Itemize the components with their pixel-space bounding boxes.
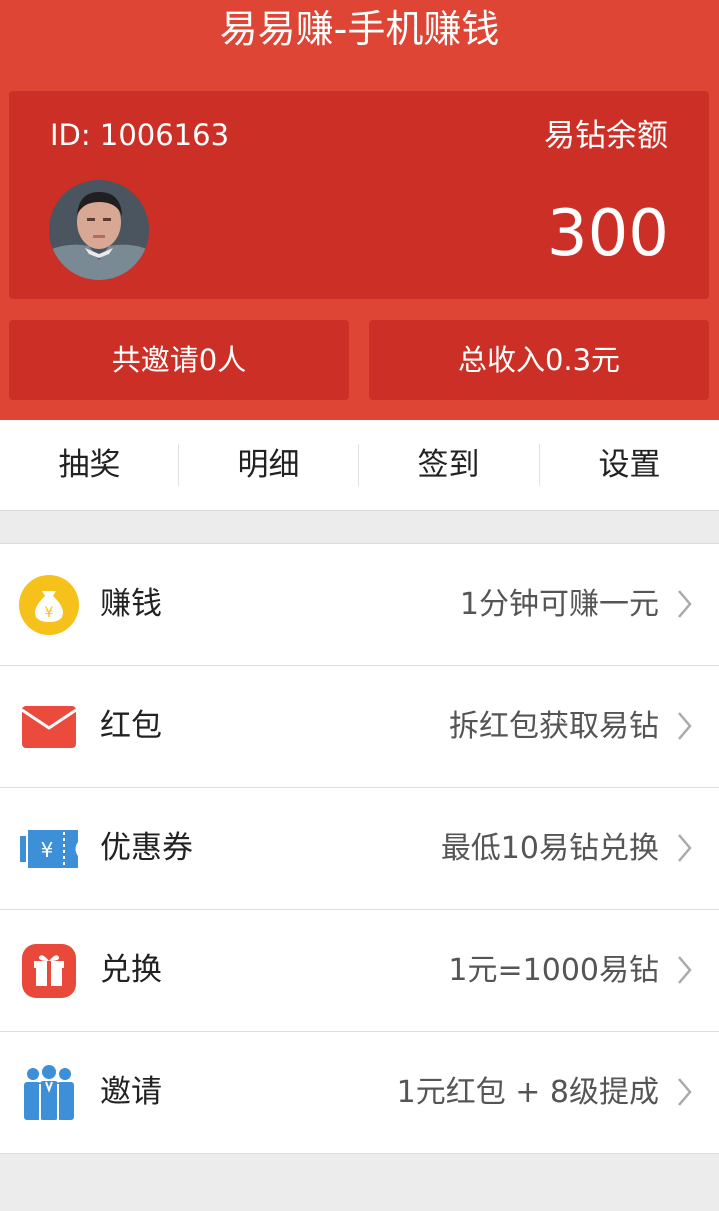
gift-icon bbox=[18, 940, 80, 1002]
menu-item-red-packet[interactable]: 红包 拆红包获取易钻 bbox=[0, 666, 719, 788]
balance-label: 易钻余额 bbox=[544, 118, 668, 154]
menu-item-coupon[interactable]: ¥ 优惠券 最低10易钻兑换 bbox=[0, 788, 719, 910]
envelope-icon bbox=[18, 696, 80, 758]
chevron-right-icon bbox=[671, 544, 697, 665]
coupon-icon: ¥ bbox=[18, 818, 80, 880]
nav-lottery[interactable]: 抽奖 bbox=[0, 420, 179, 510]
header: 易易赚-手机赚钱 ID: 1006163 易钻余额 300 共邀请0人 总收入0… bbox=[0, 0, 719, 420]
menu-desc: 最低10易钻兑换 bbox=[440, 831, 659, 866]
menu-item-invite[interactable]: 邀请 1元红包 + 8级提成 bbox=[0, 1032, 719, 1153]
invited-count-button[interactable]: 共邀请0人 bbox=[9, 320, 349, 400]
svg-text:¥: ¥ bbox=[41, 838, 54, 862]
menu-desc: 拆红包获取易钻 bbox=[449, 709, 659, 744]
money-bag-icon: ¥ bbox=[18, 574, 80, 636]
balance-value: 300 bbox=[546, 197, 669, 271]
chevron-right-icon bbox=[671, 788, 697, 909]
menu-list: ¥ 赚钱 1分钟可赚一元 红包 拆红包获取易钻 ¥ 优惠券 最低10易钻兑换 兑… bbox=[0, 543, 719, 1154]
menu-desc: 1分钟可赚一元 bbox=[459, 587, 659, 622]
menu-label: 邀请 bbox=[100, 1074, 162, 1110]
svg-text:¥: ¥ bbox=[45, 605, 54, 621]
quick-nav: 抽奖 明细 签到 设置 bbox=[0, 420, 719, 511]
menu-desc: 1元=1000易钻 bbox=[448, 953, 659, 988]
menu-label: 优惠券 bbox=[100, 830, 193, 866]
menu-label: 赚钱 bbox=[100, 586, 162, 622]
menu-label: 兑换 bbox=[100, 952, 162, 988]
menu-item-exchange[interactable]: 兑换 1元=1000易钻 bbox=[0, 910, 719, 1032]
menu-desc: 1元红包 + 8级提成 bbox=[396, 1075, 659, 1110]
total-income-button[interactable]: 总收入0.3元 bbox=[369, 320, 709, 400]
menu-label: 红包 bbox=[100, 708, 162, 744]
nav-settings[interactable]: 设置 bbox=[540, 420, 719, 510]
people-icon bbox=[18, 1062, 80, 1124]
account-card: ID: 1006163 易钻余额 300 bbox=[9, 91, 709, 299]
app-title: 易易赚-手机赚钱 bbox=[219, 7, 500, 51]
nav-checkin[interactable]: 签到 bbox=[359, 420, 538, 510]
chevron-right-icon bbox=[671, 1032, 697, 1153]
nav-details[interactable]: 明细 bbox=[179, 420, 358, 510]
chevron-right-icon bbox=[671, 910, 697, 1031]
user-id: ID: 1006163 bbox=[50, 118, 230, 152]
avatar[interactable] bbox=[49, 180, 149, 280]
chevron-right-icon bbox=[671, 666, 697, 787]
menu-item-earn[interactable]: ¥ 赚钱 1分钟可赚一元 bbox=[0, 544, 719, 666]
